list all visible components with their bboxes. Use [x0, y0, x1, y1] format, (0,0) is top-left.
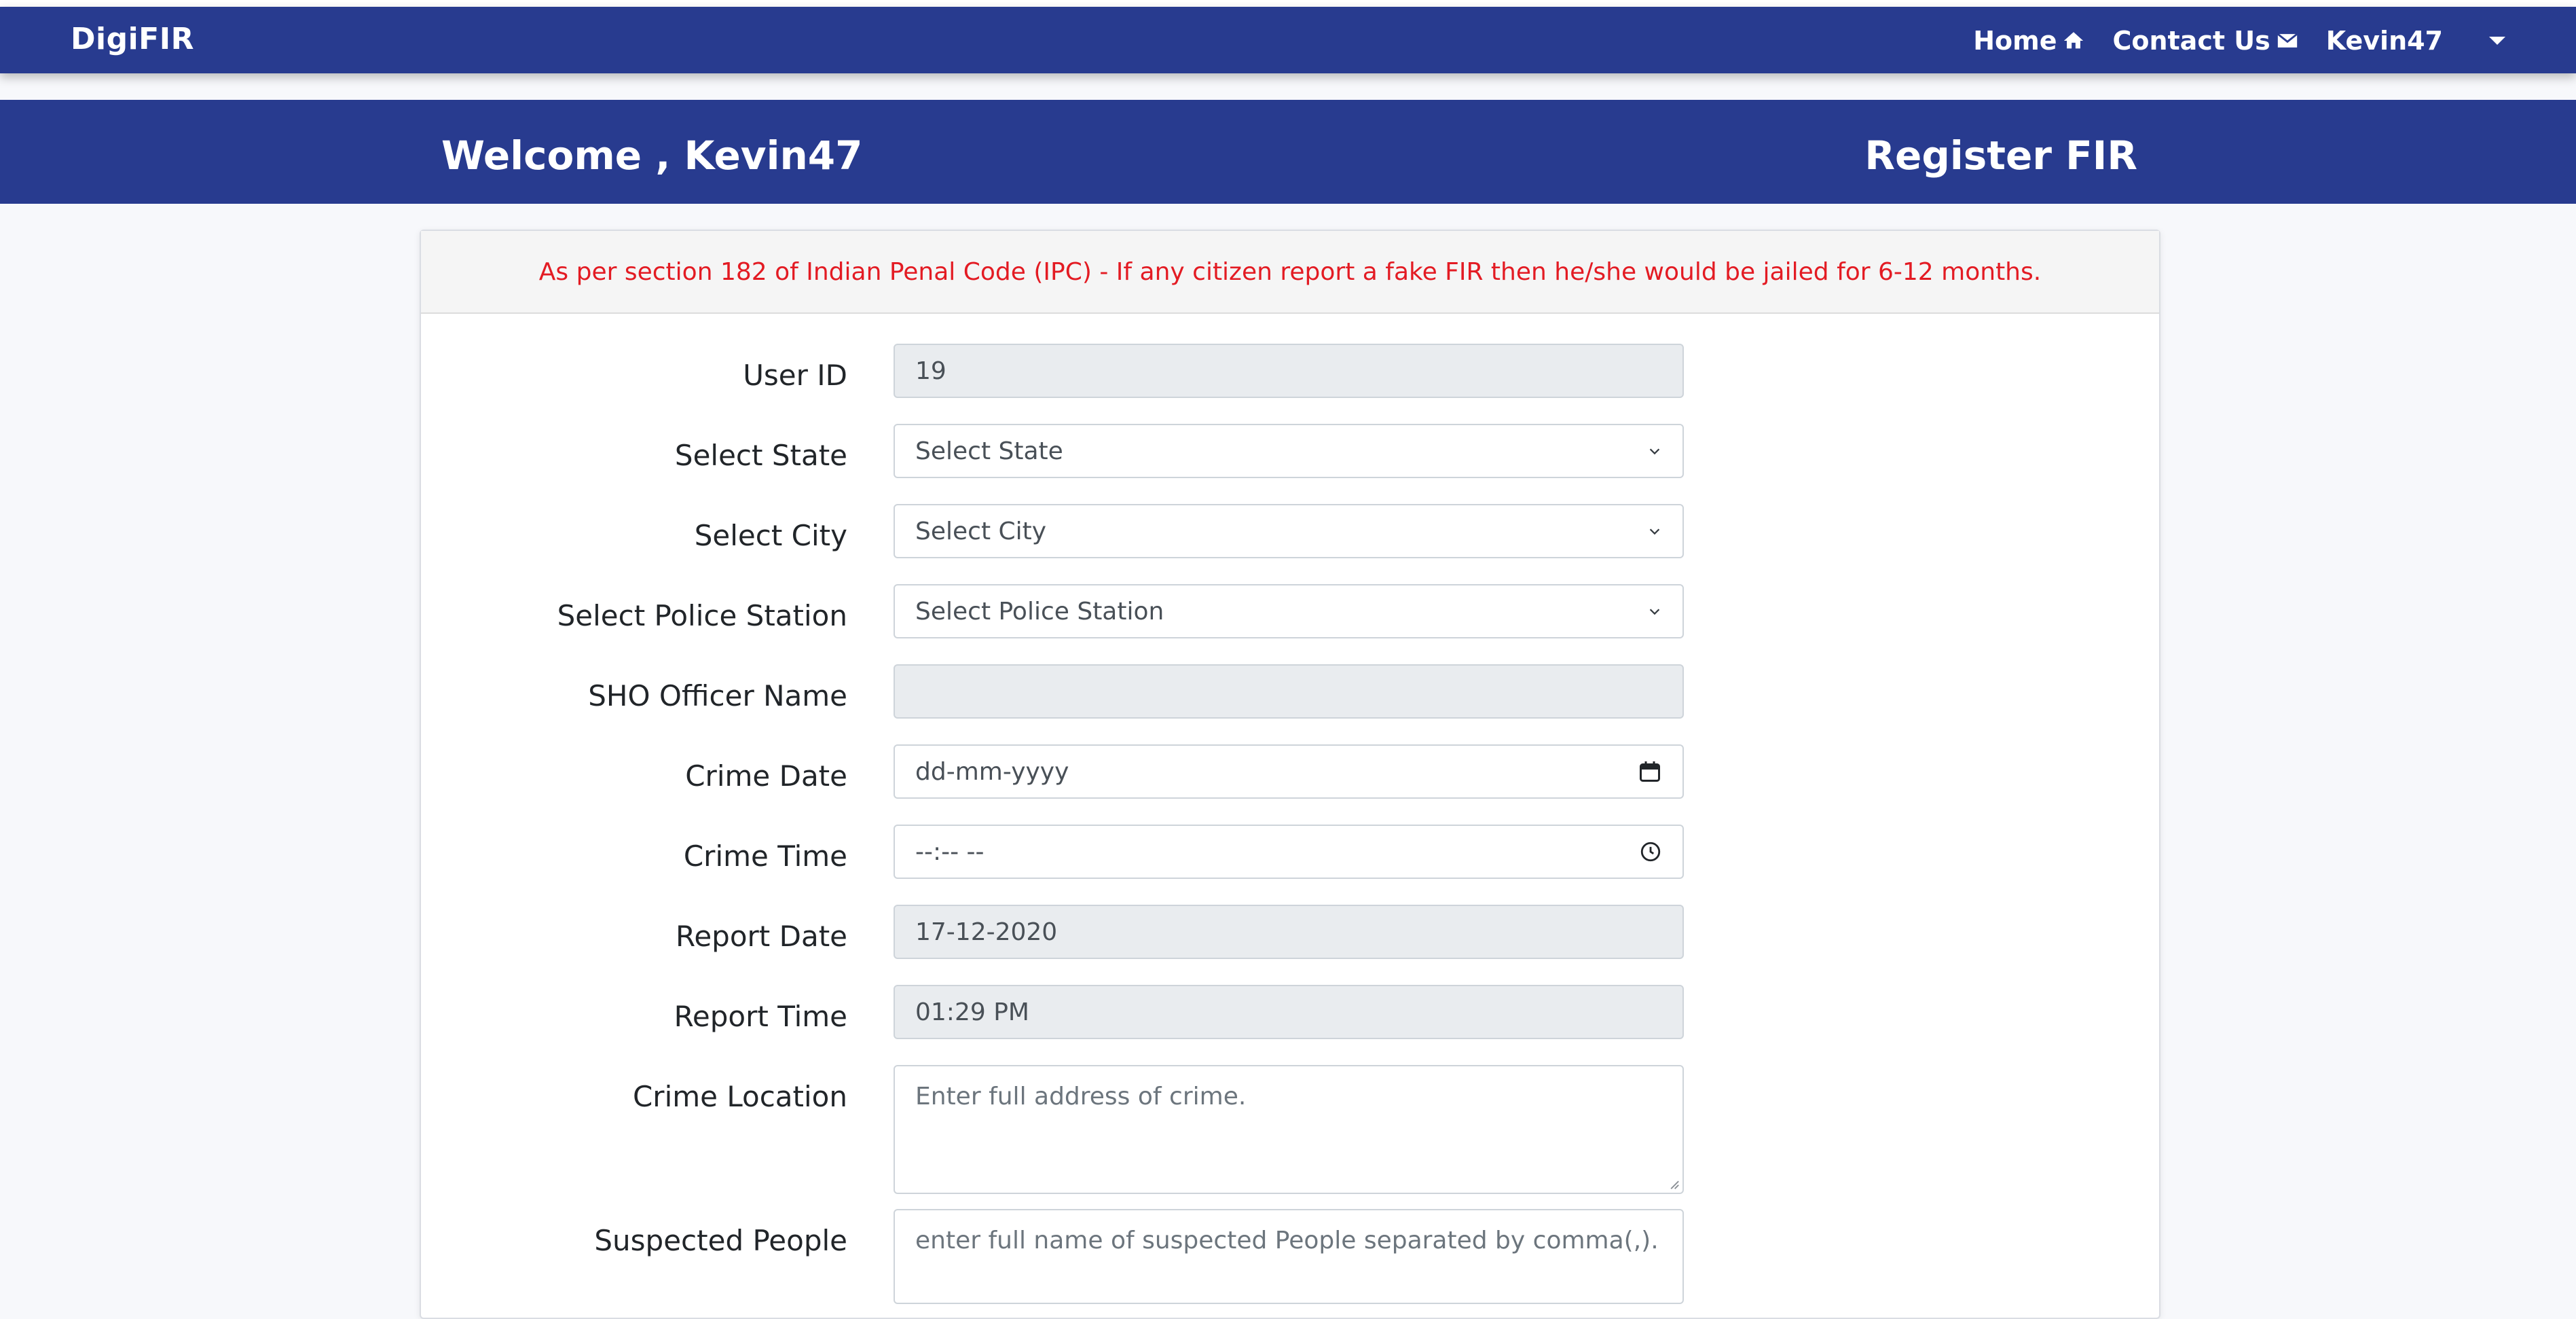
user-id-field: 19 — [894, 344, 1684, 398]
welcome-heading: Welcome , Kevin47 — [441, 132, 863, 179]
row-crime-date: Crime Date dd-mm-yyyy — [421, 744, 2159, 801]
page-title: Register FIR — [1864, 132, 2137, 179]
crime-location-textarea[interactable]: Enter full address of crime. — [894, 1065, 1684, 1194]
chevron-down-icon — [1649, 528, 1660, 535]
brand-logo[interactable]: DigiFIR — [71, 22, 194, 56]
navbar: DigiFIR Home Contact Us Kevin47 — [0, 7, 2576, 73]
legal-warning: As per section 182 of Indian Penal Code … — [538, 257, 2042, 286]
chevron-down-icon — [1649, 448, 1660, 455]
nav-home-link[interactable]: Home — [1973, 26, 2085, 56]
crime-time-placeholder: --:-- -- — [915, 837, 985, 866]
envelope-icon — [2277, 33, 2298, 48]
fir-form-card: As per section 182 of Indian Penal Code … — [420, 230, 2160, 1319]
crime-time-label: Crime Time — [683, 839, 847, 873]
state-selected: Select State — [915, 437, 1063, 465]
report-date-field: 17-12-2020 — [894, 905, 1684, 959]
sho-label: SHO Officer Name — [588, 679, 847, 712]
nav-home-label: Home — [1973, 26, 2057, 56]
chevron-down-icon — [2489, 37, 2505, 45]
row-police-station: Select Police Station Select Police Stat… — [421, 584, 2159, 641]
row-city: Select City Select City — [421, 504, 2159, 561]
nav-links: Home Contact Us Kevin47 — [1973, 22, 2505, 60]
crime-date-label: Crime Date — [685, 759, 847, 793]
suspected-textarea[interactable]: enter full name of suspected People sepa… — [894, 1209, 1684, 1304]
clock-icon[interactable] — [1639, 840, 1662, 863]
crime-location-label: Crime Location — [632, 1080, 847, 1113]
row-user-id: User ID 19 — [421, 344, 2159, 401]
card-header: As per section 182 of Indian Penal Code … — [421, 231, 2159, 314]
city-selected: Select City — [915, 517, 1047, 545]
city-select[interactable]: Select City — [894, 504, 1684, 558]
police-station-select[interactable]: Select Police Station — [894, 584, 1684, 638]
chevron-down-icon — [1649, 609, 1660, 615]
crime-date-input[interactable]: dd-mm-yyyy — [894, 744, 1684, 799]
crime-date-placeholder: dd-mm-yyyy — [915, 757, 1069, 786]
user-id-label: User ID — [743, 359, 847, 392]
page-banner: Welcome , Kevin47 Register FIR — [0, 100, 2576, 204]
report-time-value: 01:29 PM — [915, 998, 1029, 1026]
crime-location-placeholder: Enter full address of crime. — [915, 1083, 1247, 1110]
crime-time-input[interactable]: --:-- -- — [894, 825, 1684, 879]
user-name: Kevin47 — [2325, 26, 2443, 56]
row-report-date: Report Date 17-12-2020 — [421, 905, 2159, 962]
row-suspected: Suspected People enter full name of susp… — [421, 1209, 2159, 1304]
report-time-label: Report Time — [674, 1000, 847, 1033]
report-date-value: 17-12-2020 — [915, 918, 1058, 946]
row-sho: SHO Officer Name — [421, 664, 2159, 721]
sho-field — [894, 664, 1684, 719]
nav-contact-link[interactable]: Contact Us — [2112, 26, 2298, 56]
home-icon — [2064, 32, 2084, 49]
row-report-time: Report Time 01:29 PM — [421, 985, 2159, 1042]
suspected-label: Suspected People — [594, 1224, 847, 1257]
report-time-field: 01:29 PM — [894, 985, 1684, 1039]
user-menu[interactable]: Kevin47 — [2326, 26, 2505, 56]
nav-contact-label: Contact Us — [2112, 26, 2270, 56]
report-date-label: Report Date — [676, 920, 847, 953]
row-state: Select State Select State — [421, 424, 2159, 481]
row-crime-time: Crime Time --:-- -- — [421, 825, 2159, 882]
state-label: Select State — [674, 439, 847, 472]
city-label: Select City — [694, 519, 847, 552]
state-select[interactable]: Select State — [894, 424, 1684, 478]
police-station-label: Select Police Station — [557, 599, 847, 632]
police-station-selected: Select Police Station — [915, 597, 1164, 626]
resize-handle-icon[interactable] — [1665, 1175, 1680, 1190]
suspected-placeholder: enter full name of suspected People sepa… — [915, 1227, 1659, 1254]
row-crime-location: Crime Location Enter full address of cri… — [421, 1065, 2159, 1194]
calendar-icon[interactable] — [1638, 759, 1662, 784]
user-id-value: 19 — [915, 357, 946, 385]
top-edge — [0, 0, 2576, 7]
